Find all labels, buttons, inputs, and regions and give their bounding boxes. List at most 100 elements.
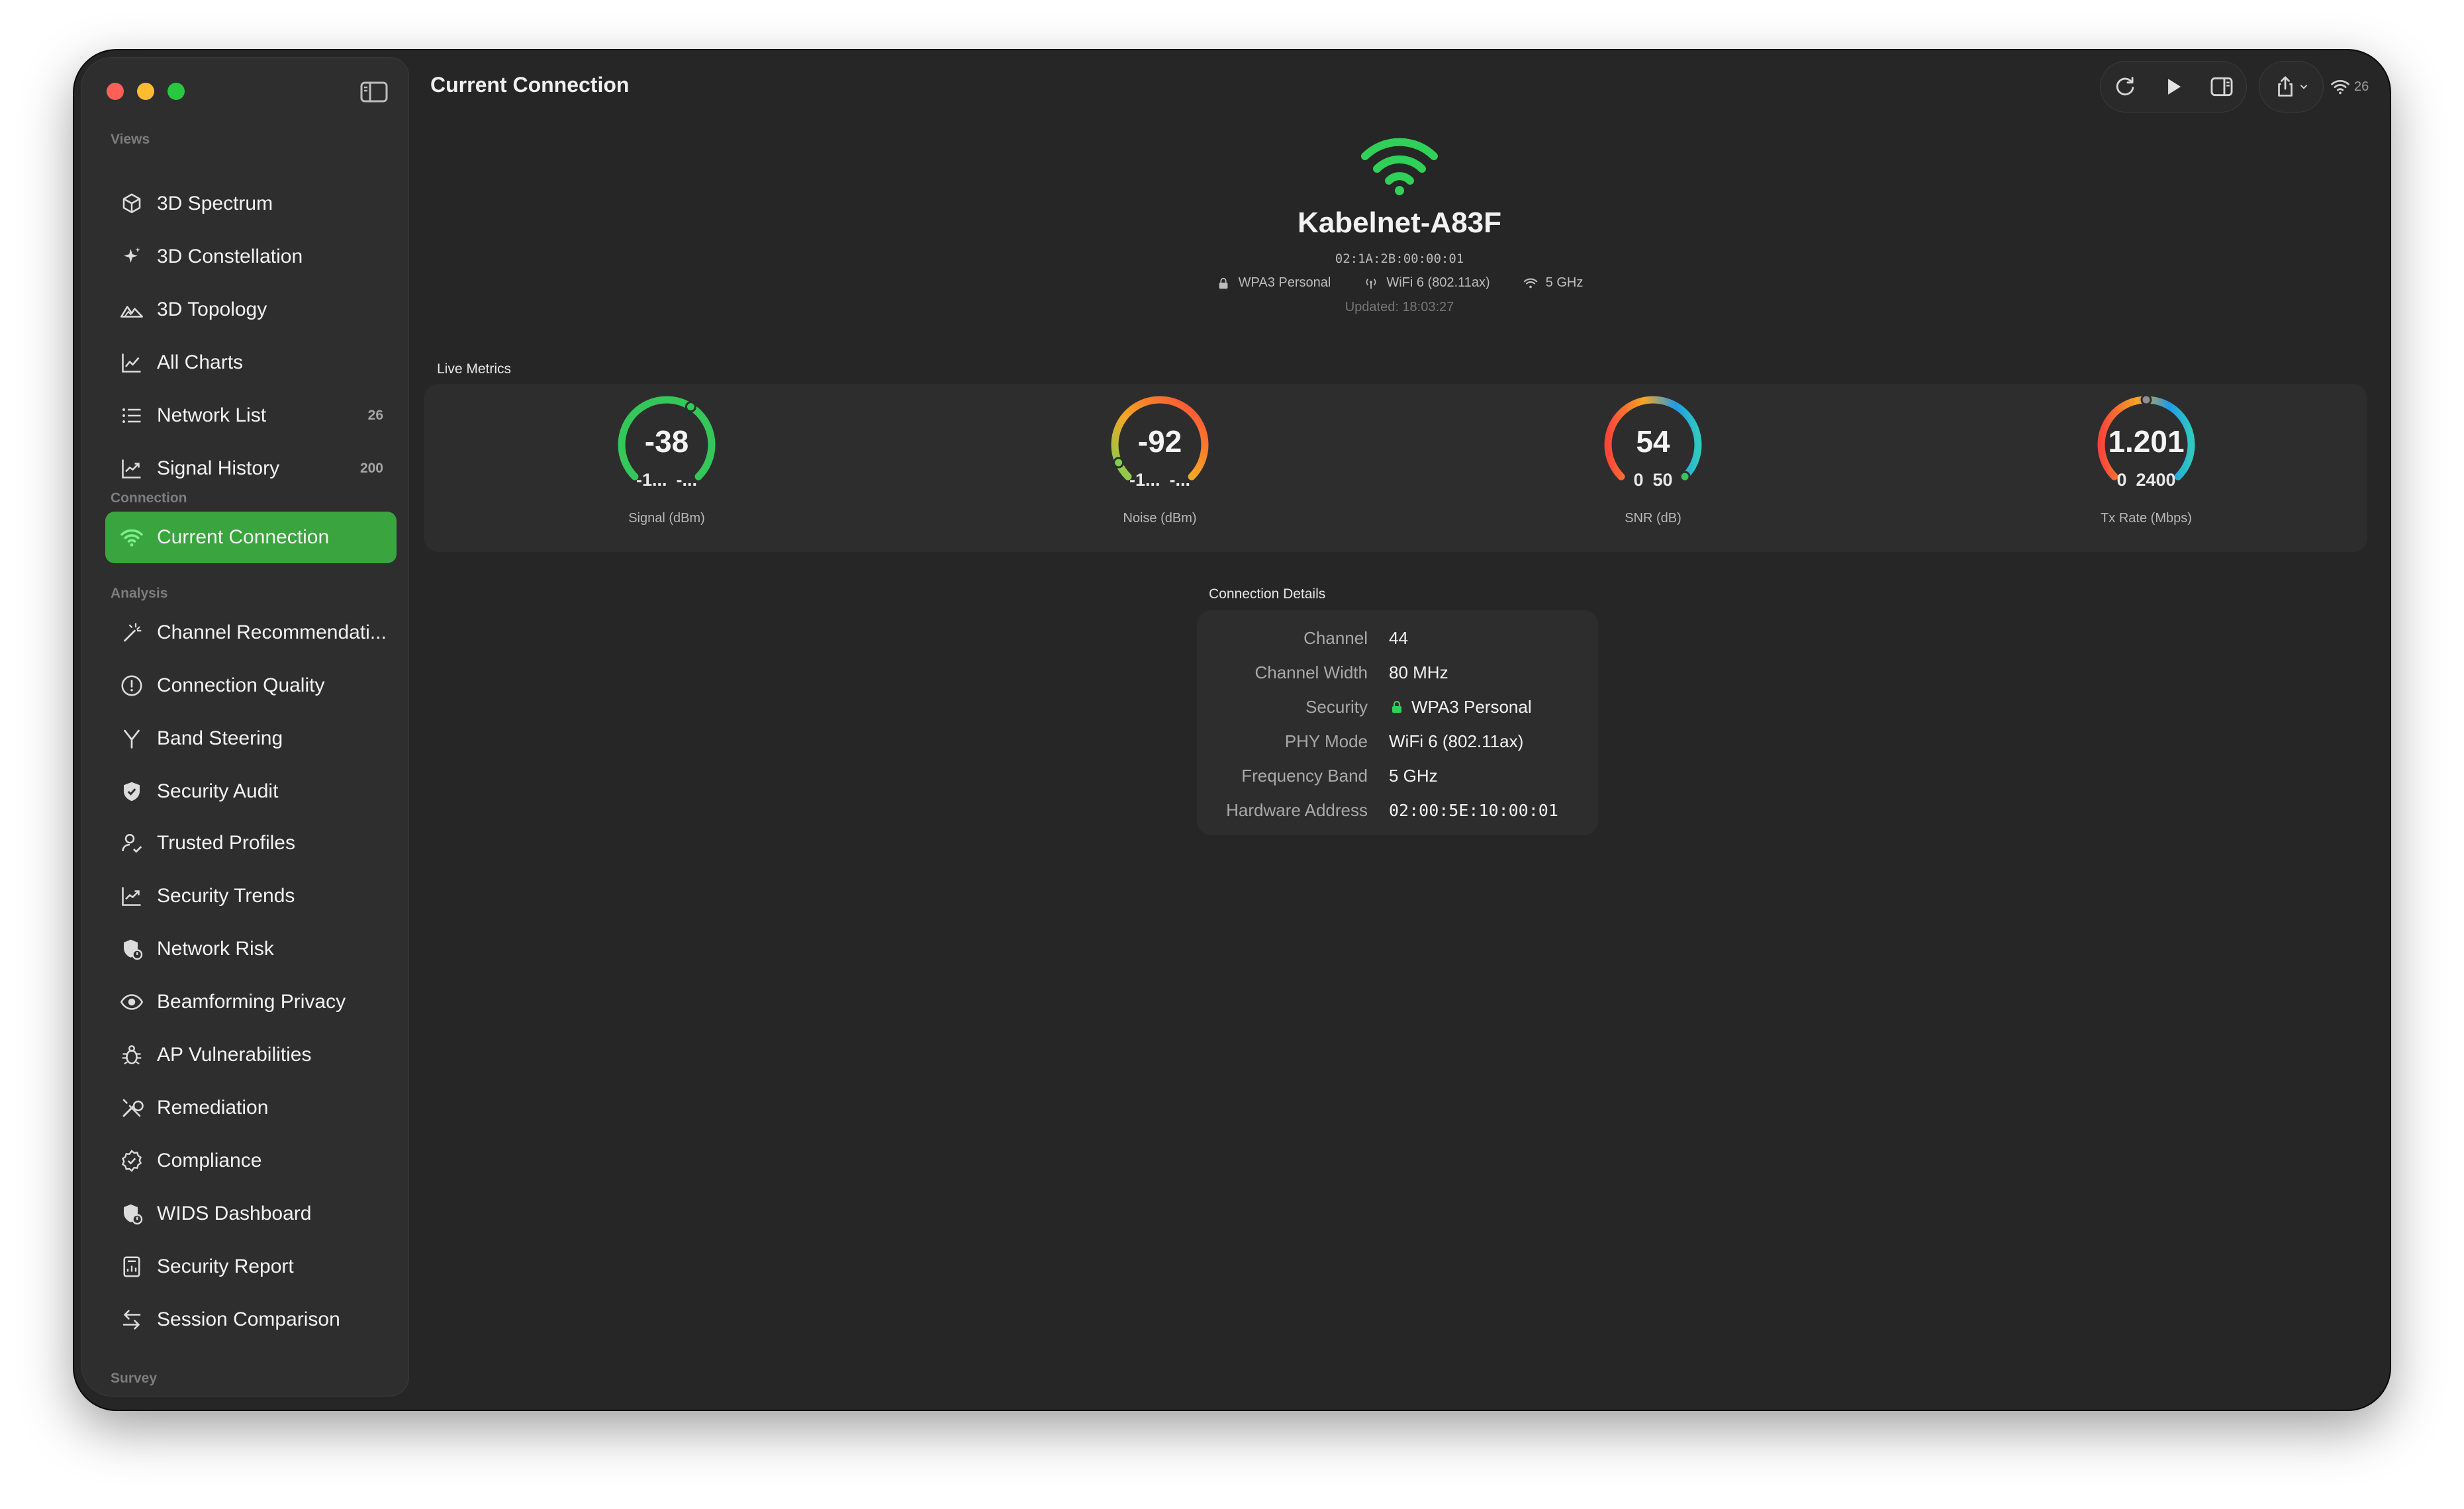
detail-value: 5 GHz xyxy=(1389,765,1438,786)
sidebar-item-label: Current Connection xyxy=(157,526,330,548)
ant-icon xyxy=(118,1042,145,1068)
sidebar-item-label: 3D Spectrum xyxy=(157,193,273,214)
live-metrics-panel: -38 -1... -... Signal (dBm) -92 -1... -.… xyxy=(424,384,2367,552)
gauge-range: 0 2400 xyxy=(2047,470,2246,490)
sidebar-item-beamforming-privacy[interactable]: Beamforming Privacy xyxy=(105,976,397,1028)
sidebar-toggle-button[interactable] xyxy=(359,80,389,104)
sidebar-item-label: Beamforming Privacy xyxy=(157,991,346,1013)
network-meta: WPA3 Personal WiFi 6 (802.11ax) 5 GHz xyxy=(409,275,2390,291)
detail-row-hardware-address: Hardware Address 02:00:5E:10:00:01 xyxy=(1197,793,1598,827)
share-menu-button[interactable] xyxy=(2259,61,2324,113)
detail-row-phy-mode: PHY Mode WiFi 6 (802.11ax) xyxy=(1197,724,1598,758)
gauge-max: 2400 xyxy=(2136,470,2176,490)
sidebar-item-label: Compliance xyxy=(157,1150,262,1171)
gauge-max: -... xyxy=(676,470,698,490)
network-band: 5 GHz xyxy=(1545,275,1584,290)
sidebar-item-security-audit[interactable]: Security Audit xyxy=(105,766,397,817)
network-ssid: Kabelnet-A83F xyxy=(1297,206,1502,239)
detail-value: 44 xyxy=(1389,627,1408,648)
sidebar: Views 3D Spectrum 3D Constellation 3D To… xyxy=(81,57,409,1396)
gauge-value: -38 xyxy=(644,424,689,459)
sidebar-item-network-risk[interactable]: Network Risk xyxy=(105,923,397,975)
gauge-caption: Tx Rate (Mbps) xyxy=(2101,511,2192,526)
minimize-window-button[interactable] xyxy=(137,83,154,100)
gauge-min: 0 xyxy=(1633,470,1644,490)
gauge-value: 54 xyxy=(1636,424,1670,459)
sidebar-item-label: Band Steering xyxy=(157,727,283,749)
lock-icon xyxy=(1219,277,1228,289)
sidebar-item-label: 3D Constellation xyxy=(157,246,303,267)
zoom-window-button[interactable] xyxy=(167,83,185,100)
last-updated: Updated: 18:03:27 xyxy=(1345,300,1454,314)
sidebar-item-remediation[interactable]: Remediation xyxy=(105,1082,397,1134)
noise-gauge: -92 -1... -... Noise (dBm) xyxy=(1061,384,1259,552)
security-value: WPA3 Personal xyxy=(1411,696,1532,717)
detail-key: Security xyxy=(1305,696,1368,717)
sidebar-item-trusted-profiles[interactable]: Trusted Profiles xyxy=(105,817,397,869)
refresh-icon xyxy=(2116,77,2134,96)
sidebar-item-label: WIDS Dashboard xyxy=(157,1203,312,1224)
sidebar-icon xyxy=(360,81,388,103)
gauge-min: 0 xyxy=(2116,470,2127,490)
close-window-button[interactable] xyxy=(107,83,124,100)
wifi-icon xyxy=(2331,79,2349,95)
sidebar-right-icon xyxy=(2210,77,2233,97)
sidebar-item-security-report[interactable]: Security Report xyxy=(105,1241,397,1293)
network-phy: WiFi 6 (802.11ax) xyxy=(1386,275,1490,290)
sidebar-item-label: AP Vulnerabilities xyxy=(157,1044,312,1066)
sidebar-item-band-steering[interactable]: Band Steering xyxy=(105,713,397,764)
sidebar-item-label: 3D Topology xyxy=(157,298,267,320)
sidebar-item-network-list[interactable]: Network List 26 xyxy=(105,390,397,441)
count-badge: 26 xyxy=(367,408,383,423)
wifi-status[interactable]: 26 xyxy=(2330,61,2383,113)
sidebar-item-current-connection[interactable]: Current Connection xyxy=(105,512,397,563)
gauge-range: -1... -... xyxy=(1061,470,1259,490)
gauge-value: 1.201 xyxy=(2108,424,2185,459)
sidebar-item-compliance[interactable]: Compliance xyxy=(105,1135,397,1187)
sidebar-item-security-trends[interactable]: Security Trends xyxy=(105,870,397,922)
sidebar-item-all-charts[interactable]: All Charts xyxy=(105,337,397,389)
sidebar-item-label: Channel Recommendati... xyxy=(157,621,387,643)
shield-alert-icon xyxy=(118,1201,145,1227)
gauge-caption: SNR (dB) xyxy=(1625,511,1682,526)
network-bssid: 02:1A:2B:00:00:01 xyxy=(1335,252,1464,266)
detail-value: 80 MHz xyxy=(1389,662,1448,682)
trend-chart-icon xyxy=(118,883,145,909)
detail-row-channel: Channel 44 xyxy=(1197,621,1598,655)
signal-gauge: -38 -1... -... Signal (dBm) xyxy=(567,384,766,552)
arrows-swap-icon xyxy=(118,1306,145,1333)
detail-key: PHY Mode xyxy=(1284,731,1368,751)
wifi-icon xyxy=(1523,278,1537,288)
toolbar-controls xyxy=(2100,61,2247,113)
list-icon xyxy=(118,402,145,429)
gauge-range: -1... -... xyxy=(567,470,766,490)
sidebar-item-3d-constellation[interactable]: 3D Constellation xyxy=(105,231,397,283)
detail-key: Channel Width xyxy=(1255,662,1368,682)
sidebar-item-session-comparison[interactable]: Session Comparison xyxy=(105,1294,397,1346)
gauge-max: 50 xyxy=(1652,470,1673,490)
sidebar-item-ap-vulnerabilities[interactable]: AP Vulnerabilities xyxy=(105,1029,397,1081)
gauge-caption: Noise (dBm) xyxy=(1123,511,1197,526)
sidebar-item-channel-recommendations[interactable]: Channel Recommendati... xyxy=(105,607,397,659)
sidebar-item-3d-spectrum[interactable]: 3D Spectrum xyxy=(105,178,397,230)
antenna-icon xyxy=(1366,278,1376,289)
gauge-min: -1... xyxy=(1129,470,1161,490)
sidebar-item-3d-topology[interactable]: 3D Topology xyxy=(105,284,397,336)
sidebar-item-signal-history[interactable]: Signal History 200 xyxy=(105,443,397,494)
wrench-icon xyxy=(118,1095,145,1121)
sidebar-item-wids-dashboard[interactable]: WIDS Dashboard xyxy=(105,1188,397,1240)
gauge-min: -1... xyxy=(636,470,667,490)
sidebar-item-connection-quality[interactable]: Connection Quality xyxy=(105,660,397,711)
sidebar-item-label: Remediation xyxy=(157,1097,269,1119)
checkmark-seal-icon xyxy=(118,1148,145,1174)
fork-icon xyxy=(118,725,145,752)
play-button[interactable] xyxy=(2149,61,2197,113)
person-check-icon xyxy=(118,830,145,856)
tx-rate-gauge: 1.201 0 2400 Tx Rate (Mbps) xyxy=(2047,384,2246,552)
gauge-icon xyxy=(118,672,145,699)
shield-alert-icon xyxy=(118,936,145,962)
inspector-toggle-button[interactable] xyxy=(2198,61,2246,113)
refresh-button[interactable] xyxy=(2101,61,2149,113)
share-button[interactable] xyxy=(2259,61,2323,113)
detail-value: WPA3 Personal xyxy=(1389,697,1532,717)
